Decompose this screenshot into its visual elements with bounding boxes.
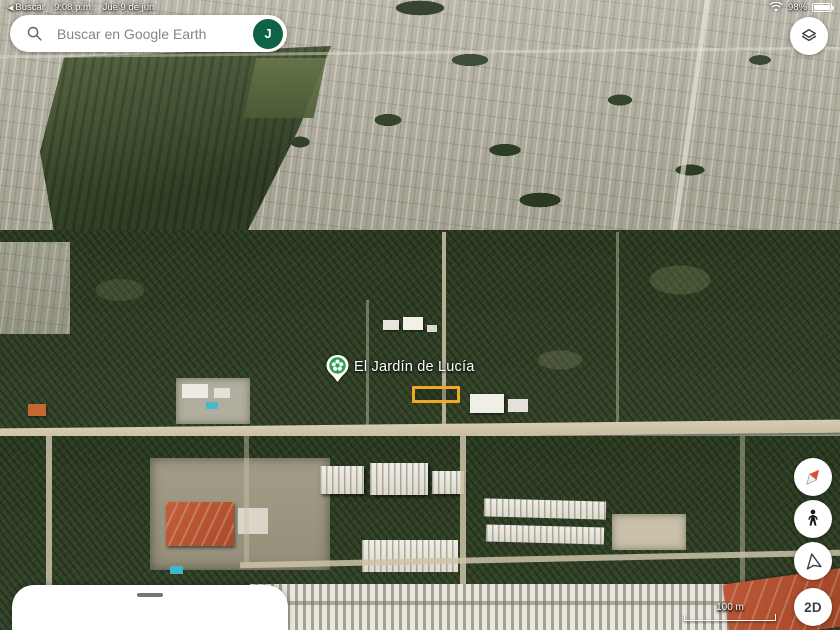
bottom-sheet[interactable] [12, 585, 288, 630]
map-building [238, 508, 268, 534]
map-road-vertical [244, 436, 249, 562]
map-housing-strip [250, 584, 746, 630]
scale-bar: 100 m [684, 602, 776, 621]
map-building [470, 394, 504, 413]
search-input[interactable] [55, 25, 253, 43]
battery-icon [812, 3, 832, 12]
map-building [427, 325, 437, 332]
map-urban-left [0, 242, 70, 334]
map-shed [370, 463, 428, 495]
map-building [182, 384, 208, 398]
map-pool [170, 566, 183, 574]
highlight-rectangle[interactable] [412, 386, 460, 403]
layers-button[interactable] [790, 17, 828, 55]
back-chevron-icon: ◀ [8, 4, 13, 12]
map-shed [320, 466, 364, 494]
google-earth-app: ◀ Buscar 9:08 p.m. Jue 9 de jun 98% J [0, 0, 840, 630]
map-pool [206, 402, 218, 409]
map-shed [362, 540, 458, 572]
pegman-button[interactable] [794, 500, 832, 538]
poi-pin-icon [325, 354, 350, 384]
mode-2d-button[interactable]: 2D [794, 588, 832, 626]
layers-icon [799, 26, 819, 46]
avatar[interactable]: J [253, 19, 283, 49]
map-housing-road [250, 601, 746, 605]
map-red-roof-complex [166, 502, 234, 546]
compass-button[interactable] [794, 458, 832, 496]
map-building [383, 320, 399, 330]
my-location-button[interactable] [794, 542, 832, 580]
drag-handle-icon[interactable] [137, 593, 163, 597]
poi-label[interactable]: El Jardín de Lucía [354, 359, 474, 375]
battery-percent: 98% [788, 2, 807, 13]
map-field-inner [244, 58, 327, 118]
map-road-vertical [740, 436, 745, 584]
my-location-icon [801, 549, 824, 572]
compass-icon [796, 460, 830, 494]
poi-placemark[interactable]: El Jardín de Lucía [325, 354, 474, 384]
wifi-icon [769, 2, 783, 13]
status-time: 9:08 p.m. [54, 2, 94, 13]
map-dirt-road-2 [616, 232, 619, 430]
map-building [403, 317, 423, 330]
pegman-icon [803, 508, 823, 530]
status-date: Jue 9 de jun [103, 2, 155, 13]
scale-label: 100 m [716, 602, 744, 613]
map-row-buildings [484, 498, 606, 519]
map-building [214, 388, 230, 398]
back-to-app-button[interactable]: ◀ Buscar [8, 2, 45, 13]
search-icon [26, 25, 43, 42]
status-bar: ◀ Buscar 9:08 p.m. Jue 9 de jun 98% [0, 0, 840, 15]
map-lot-tan [612, 514, 686, 550]
mode-2d-label: 2D [804, 600, 822, 615]
map-building [508, 399, 528, 412]
map-row-buildings [486, 524, 604, 544]
search-bar[interactable]: J [10, 15, 287, 52]
scale-bracket [684, 614, 776, 621]
map-building-orange [28, 404, 46, 416]
avatar-letter: J [264, 26, 271, 41]
map-canvas[interactable] [0, 0, 840, 630]
back-app-label: Buscar [15, 2, 45, 13]
